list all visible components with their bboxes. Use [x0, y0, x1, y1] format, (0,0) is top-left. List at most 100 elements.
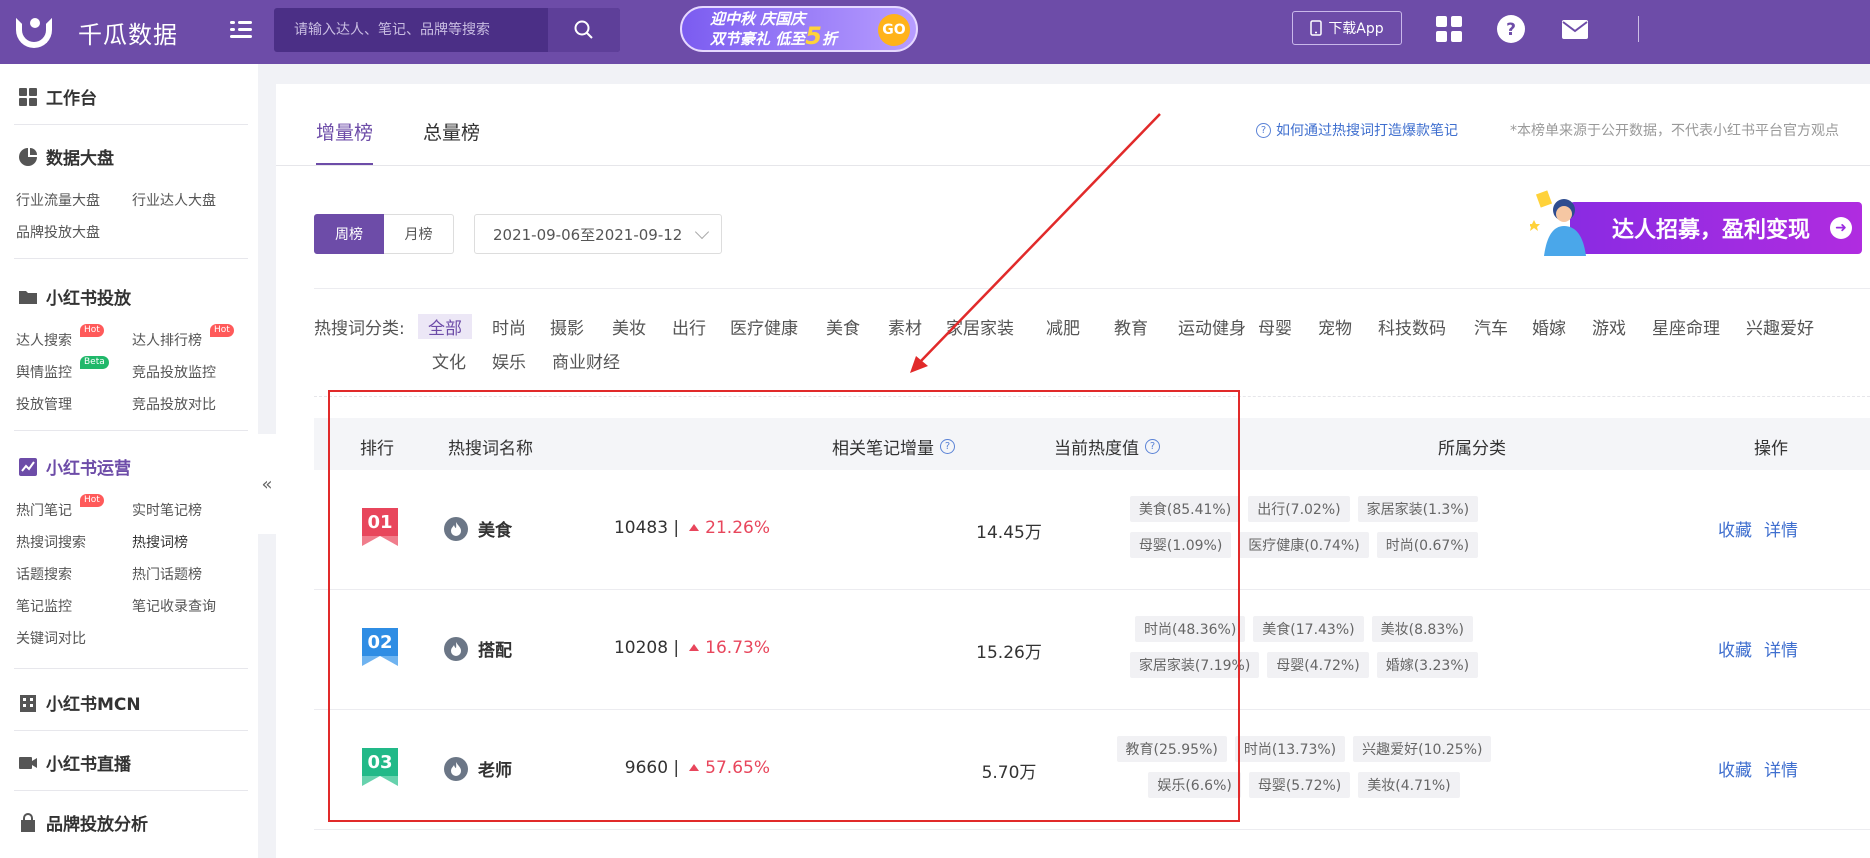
- category-tag: 美食(17.43%): [1253, 616, 1364, 642]
- sidebar-link-competitor-monitor[interactable]: 竞品投放监控: [132, 362, 216, 382]
- category-item[interactable]: 文化: [432, 348, 466, 373]
- category-item[interactable]: 时尚: [492, 314, 526, 339]
- menu-toggle-icon[interactable]: [230, 18, 254, 42]
- sidebar-link-hotword-search[interactable]: 热搜词搜索: [16, 532, 86, 552]
- detail-button[interactable]: 详情: [1764, 636, 1798, 661]
- sidebar-divider: [14, 430, 248, 431]
- detail-button[interactable]: 详情: [1764, 516, 1798, 541]
- promo-banner[interactable]: 迎中秋 庆国庆 双节豪礼 低至5折 GO: [680, 6, 918, 52]
- sidebar-group-brand[interactable]: 品牌投放分析: [18, 810, 148, 835]
- tab-total[interactable]: 总量榜: [423, 84, 480, 166]
- category-item[interactable]: 医疗健康: [730, 314, 798, 339]
- category-item[interactable]: 减肥: [1046, 314, 1080, 339]
- category-tag: 母婴(4.72%): [1267, 652, 1369, 678]
- date-range-select[interactable]: 2021-09-06至2021-09-12: [474, 214, 722, 254]
- tabs-divider: [276, 165, 1870, 166]
- tab-increment[interactable]: 增量榜: [316, 84, 374, 166]
- sidebar-link-industry-traffic[interactable]: 行业流量大盘: [16, 190, 100, 210]
- category-item[interactable]: 出行: [672, 314, 706, 339]
- video-icon: [19, 756, 37, 769]
- sidebar-link-topic-search[interactable]: 话题搜索: [16, 564, 72, 584]
- sidebar-link-sentiment[interactable]: 舆情监控: [16, 362, 72, 382]
- sidebar-link-ads-manage[interactable]: 投放管理: [16, 394, 72, 414]
- sidebar-item-workbench[interactable]: 工作台: [18, 84, 97, 109]
- category-item[interactable]: 教育: [1114, 314, 1148, 339]
- download-app-label: 下载App: [1328, 21, 1384, 37]
- sidebar-divider: [14, 124, 248, 125]
- sidebar-link-note-index[interactable]: 笔记收录查询: [132, 596, 216, 616]
- sidebar-collapse-button[interactable]: «: [258, 434, 276, 534]
- search-input[interactable]: [274, 8, 548, 52]
- hot-badge: Hot: [80, 494, 104, 507]
- sidebar-group-xhs-ads[interactable]: 小红书投放: [18, 284, 131, 309]
- category-item[interactable]: 美妆: [612, 314, 646, 339]
- category-item[interactable]: 商业财经: [552, 348, 620, 373]
- download-app-button[interactable]: 下载App: [1292, 11, 1402, 45]
- help-link[interactable]: ? 如何通过热搜词打造爆款笔记: [1256, 120, 1458, 140]
- sidebar-link-kol-rank[interactable]: 达人排行榜: [132, 330, 202, 350]
- month-button[interactable]: 月榜: [384, 214, 454, 254]
- highlight-box: [328, 390, 1240, 822]
- promo-discount: 5: [805, 21, 822, 50]
- favorite-button[interactable]: 收藏: [1718, 516, 1752, 541]
- logo[interactable]: 千瓜数据: [14, 12, 178, 52]
- sidebar-group-data-dashboard[interactable]: 数据大盘: [18, 144, 114, 169]
- category-item[interactable]: 科技数码: [1378, 314, 1446, 339]
- sidebar-group-label: 小红书MCN: [46, 695, 141, 715]
- sidebar-group-label: 小红书直播: [46, 755, 131, 775]
- sidebar-divider: [14, 668, 248, 669]
- category-item[interactable]: 宠物: [1318, 314, 1352, 339]
- sidebar-group-live[interactable]: 小红书直播: [18, 750, 131, 775]
- promo-line2-b: 折: [821, 29, 837, 48]
- sidebar-link-brand-ads[interactable]: 品牌投放大盘: [16, 222, 100, 242]
- category-item[interactable]: 美食: [826, 314, 860, 339]
- detail-button[interactable]: 详情: [1764, 756, 1798, 781]
- sidebar-link-keyword-compare[interactable]: 关键词对比: [16, 628, 86, 648]
- promo-go-button[interactable]: GO: [878, 14, 910, 46]
- sidebar-group-xhs-ops[interactable]: 小红书运营: [18, 454, 131, 479]
- sidebar-link-kol-search[interactable]: 达人搜索: [16, 330, 72, 350]
- trend-chart-icon: [19, 457, 37, 476]
- sidebar-link-hot-notes[interactable]: 热门笔记: [16, 500, 72, 520]
- sidebar-link-industry-kol[interactable]: 行业达人大盘: [132, 190, 216, 210]
- sidebar-group-label: 小红书运营: [46, 459, 131, 479]
- apps-grid-icon[interactable]: [1434, 14, 1464, 44]
- category-item[interactable]: 兴趣爱好: [1746, 314, 1814, 339]
- category-item[interactable]: 运动健身: [1178, 314, 1246, 339]
- favorite-button[interactable]: 收藏: [1718, 756, 1752, 781]
- sidebar-link-hotword-rank[interactable]: 热搜词榜: [132, 532, 188, 552]
- category-item[interactable]: 游戏: [1592, 314, 1626, 339]
- help-icon[interactable]: ?: [1496, 14, 1526, 44]
- category-item[interactable]: 星座命理: [1652, 314, 1720, 339]
- building-icon: [20, 694, 36, 712]
- category-item[interactable]: 全部: [418, 314, 472, 339]
- hot-badge: Hot: [210, 324, 234, 337]
- sidebar: 工作台 数据大盘 行业流量大盘 行业达人大盘 品牌投放大盘 小红书投放 达人搜索…: [0, 64, 258, 858]
- category-item[interactable]: 母婴: [1258, 314, 1292, 339]
- favorite-button[interactable]: 收藏: [1718, 636, 1752, 661]
- category-tag: 美妆(8.83%): [1371, 616, 1474, 642]
- search-icon: [574, 20, 593, 39]
- sidebar-divider: [14, 730, 248, 731]
- category-item[interactable]: 家居家装: [946, 314, 1014, 339]
- search-button[interactable]: [548, 8, 620, 52]
- arrow-right-icon: ➜: [1830, 217, 1852, 239]
- recruit-banner[interactable]: 达人招募，盈利变现 ➜: [1512, 180, 1864, 260]
- category-tag: 婚嫁(3.23%): [1376, 652, 1479, 678]
- sidebar-link-hot-topics[interactable]: 热门话题榜: [132, 564, 202, 584]
- sidebar-link-realtime-notes[interactable]: 实时笔记榜: [132, 500, 202, 520]
- category-item[interactable]: 摄影: [550, 314, 584, 339]
- sidebar-link-competitor-compare[interactable]: 竞品投放对比: [132, 394, 216, 414]
- category-item[interactable]: 婚嫁: [1532, 314, 1566, 339]
- period-switch: 周榜 月榜: [314, 214, 454, 254]
- sidebar-divider: [14, 790, 248, 791]
- category-item[interactable]: 素材: [888, 314, 922, 339]
- category-item[interactable]: 娱乐: [492, 348, 526, 373]
- category-item[interactable]: 汽车: [1474, 314, 1508, 339]
- sidebar-link-note-monitor[interactable]: 笔记监控: [16, 596, 72, 616]
- mail-icon[interactable]: [1560, 14, 1590, 44]
- sidebar-group-label: 小红书投放: [46, 289, 131, 309]
- week-button[interactable]: 周榜: [314, 214, 384, 254]
- category-tag: 母婴(5.72%): [1248, 772, 1351, 798]
- sidebar-group-mcn[interactable]: 小红书MCN: [18, 690, 141, 715]
